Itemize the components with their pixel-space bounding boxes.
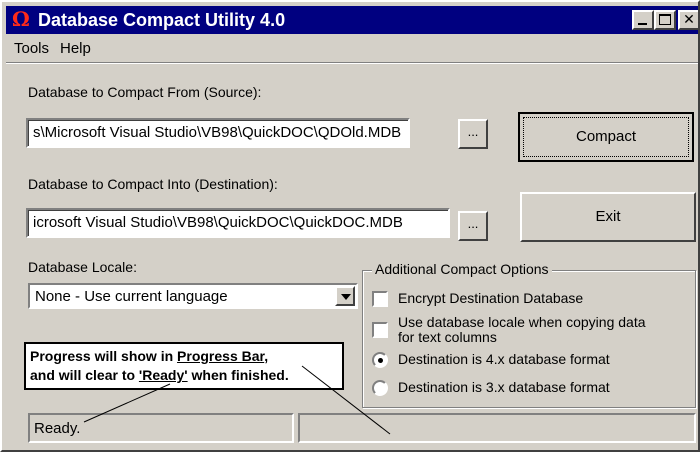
pointer-line-ready xyxy=(83,383,171,423)
main-window: Ω Database Compact Utility 4.0 ✕ Tools H… xyxy=(0,0,700,452)
annotation-pointer-lines xyxy=(83,365,391,435)
pointer-line-progress xyxy=(301,365,391,435)
